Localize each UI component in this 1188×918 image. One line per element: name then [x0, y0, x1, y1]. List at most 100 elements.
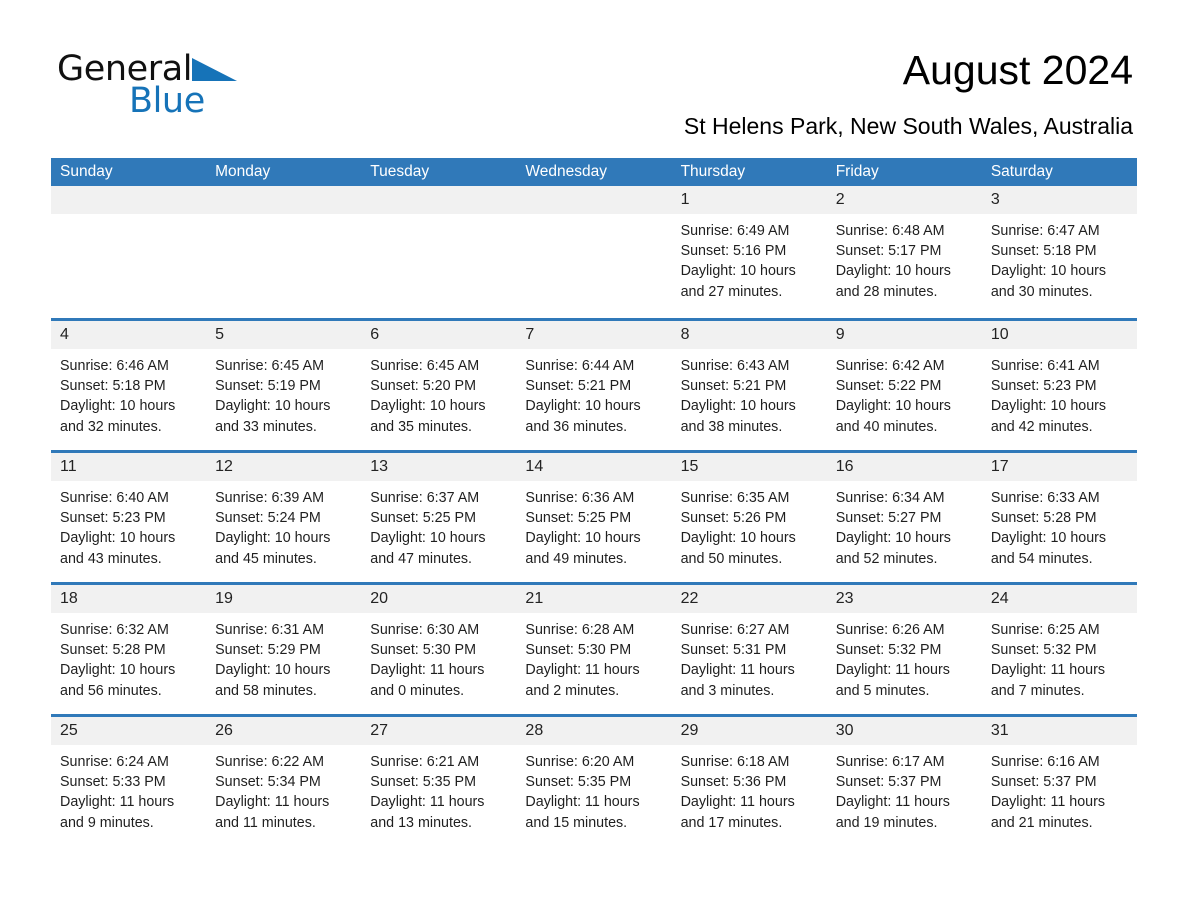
sunrise-text: Sunrise: 6:36 AM	[525, 490, 635, 506]
page-subtitle-location: St Helens Park, New South Wales, Austral…	[683, 113, 1133, 139]
day-number: 30	[826, 717, 982, 745]
calendar-day-cell[interactable]: 13 Sunrise: 6:37 AM Sunset: 5:25 PM Dayligh…	[361, 453, 517, 582]
sunrise-text: Sunrise: 6:27 AM	[680, 622, 790, 638]
calendar-day-cell[interactable]: 15 Sunrise: 6:35 AM Sunset: 5:26 PM Dayligh…	[671, 453, 827, 582]
calendar-day-cell[interactable]: 25 Sunrise: 6:24 AM Sunset: 5:33 PM Dayligh…	[51, 717, 207, 846]
daylight-text: Daylight: 11 hours and 11 minutes.	[215, 794, 330, 831]
calendar-day-cell[interactable]: 17 Sunrise: 6:33 AM Sunset: 5:28 PM Dayligh…	[981, 453, 1137, 582]
calendar-day-cell[interactable]: 11 Sunrise: 6:40 AM Sunset: 5:23 PM Dayligh…	[51, 453, 207, 582]
daylight-text: Daylight: 11 hours and 19 minutes.	[835, 794, 950, 831]
calendar-day-cell[interactable]: 24 Sunrise: 6:25 AM Sunset: 5:32 PM Dayligh…	[981, 585, 1137, 714]
sunset-text: Sunset: 5:32 PM	[990, 642, 1097, 659]
calendar-day-cell[interactable]: 23 Sunrise: 6:26 AM Sunset: 5:32 PM Dayligh…	[826, 585, 982, 714]
sunset-text: Sunset: 5:30 PM	[370, 642, 476, 659]
sunset-text: Sunset: 5:37 PM	[990, 774, 1097, 791]
sunset-text: Sunset: 5:21 PM	[680, 378, 787, 395]
daylight-text: Daylight: 10 hours and 58 minutes.	[215, 662, 331, 699]
day-details: Sunrise: 6:48 AM Sunset: 5:17 PM Daylight:…	[827, 214, 982, 302]
day-number: 7	[516, 321, 672, 349]
sunset-text: Sunset: 5:23 PM	[60, 510, 166, 527]
sunrise-text: Sunrise: 6:25 AM	[990, 622, 1100, 638]
calendar-day-cell[interactable]: 10 Sunrise: 6:41 AM Sunset: 5:23 PM Dayligh…	[981, 321, 1137, 450]
general-blue-logo[interactable]: General Blue	[57, 52, 357, 122]
weekday-friday: Friday	[835, 163, 879, 180]
day-details: Sunrise: 6:21 AM Sunset: 5:35 PM Daylight:…	[361, 745, 516, 833]
calendar-day-cell[interactable]: 21 Sunrise: 6:28 AM Sunset: 5:30 PM Dayligh…	[516, 585, 672, 714]
sunset-text: Sunset: 5:34 PM	[215, 774, 321, 791]
day-details: Sunrise: 6:47 AM Sunset: 5:18 PM Daylight:…	[982, 214, 1137, 302]
calendar-day-cell[interactable]: 30 Sunrise: 6:17 AM Sunset: 5:37 PM Dayligh…	[826, 717, 982, 846]
calendar-day-cell[interactable]: 12 Sunrise: 6:39 AM Sunset: 5:24 PM Dayligh…	[206, 453, 362, 582]
sunset-text: Sunset: 5:25 PM	[525, 510, 632, 527]
day-number: 13	[361, 453, 517, 481]
calendar-day-cell[interactable]: 18 Sunrise: 6:32 AM Sunset: 5:28 PM Dayligh…	[51, 585, 207, 714]
weekday-header-row: Sunday Monday Tuesday Wednesday Thursday…	[51, 158, 1137, 186]
day-number	[361, 186, 517, 214]
day-details: Sunrise: 6:33 AM Sunset: 5:28 PM Daylight:…	[982, 481, 1137, 569]
day-details: Sunrise: 6:30 AM Sunset: 5:30 PM Daylight:…	[361, 613, 516, 701]
daylight-text: Daylight: 11 hours and 21 minutes.	[990, 794, 1106, 831]
sunrise-text: Sunrise: 6:22 AM	[215, 754, 325, 770]
daylight-text: Daylight: 11 hours and 9 minutes.	[60, 794, 175, 831]
calendar-day-cell[interactable]: 4 Sunrise: 6:46 AM Sunset: 5:18 PM Daylight…	[51, 321, 207, 450]
calendar-day-cell[interactable]: 8 Sunrise: 6:43 AM Sunset: 5:21 PM Daylight…	[671, 321, 827, 450]
sunset-text: Sunset: 5:30 PM	[525, 642, 632, 659]
calendar-day-cell[interactable]: 22 Sunrise: 6:27 AM Sunset: 5:31 PM Dayligh…	[671, 585, 827, 714]
calendar-day-cell[interactable]: 29 Sunrise: 6:18 AM Sunset: 5:36 PM Dayligh…	[671, 717, 827, 846]
daylight-text: Daylight: 11 hours and 13 minutes.	[370, 794, 485, 831]
daylight-text: Daylight: 10 hours and 36 minutes.	[525, 398, 641, 435]
day-number: 17	[981, 453, 1137, 481]
calendar-day-cell[interactable]: 16 Sunrise: 6:34 AM Sunset: 5:27 PM Dayligh…	[826, 453, 982, 582]
sunset-text: Sunset: 5:23 PM	[990, 378, 1097, 395]
calendar-day-cell[interactable]: 5 Sunrise: 6:45 AM Sunset: 5:19 PM Daylight…	[206, 321, 362, 450]
weekday-tuesday: Tuesday	[370, 163, 430, 180]
day-number: 6	[361, 321, 517, 349]
calendar-day-cell[interactable]: 19 Sunrise: 6:31 AM Sunset: 5:29 PM Dayligh…	[206, 585, 362, 714]
day-details: Sunrise: 6:40 AM Sunset: 5:23 PM Daylight:…	[51, 481, 206, 569]
calendar-day-cell[interactable]: 9 Sunrise: 6:42 AM Sunset: 5:22 PM Daylight…	[826, 321, 982, 450]
sunrise-text: Sunrise: 6:45 AM	[215, 358, 325, 374]
day-details: Sunrise: 6:43 AM Sunset: 5:21 PM Daylight:…	[672, 349, 827, 437]
daylight-text: Daylight: 11 hours and 3 minutes.	[680, 662, 795, 699]
calendar-day-cell[interactable]: 1 Sunrise: 6:49 AM Sunset: 5:16 PM Daylight…	[671, 186, 827, 318]
daylight-text: Daylight: 11 hours and 2 minutes.	[525, 662, 640, 699]
day-details: Sunrise: 6:18 AM Sunset: 5:36 PM Daylight:…	[672, 745, 827, 833]
sunset-text: Sunset: 5:19 PM	[215, 378, 321, 395]
sunrise-text: Sunrise: 6:18 AM	[680, 754, 790, 770]
calendar-day-cell[interactable]: 7 Sunrise: 6:44 AM Sunset: 5:21 PM Daylight…	[516, 321, 672, 450]
calendar-day-cell[interactable]: 31 Sunrise: 6:16 AM Sunset: 5:37 PM Dayligh…	[981, 717, 1137, 846]
calendar-week-row: 4 Sunrise: 6:46 AM Sunset: 5:18 PM Daylight…	[51, 318, 1137, 450]
sunset-text: Sunset: 5:33 PM	[60, 774, 166, 791]
day-number: 18	[51, 585, 207, 613]
daylight-text: Daylight: 10 hours and 56 minutes.	[60, 662, 176, 699]
day-number: 10	[981, 321, 1137, 349]
calendar-day-cell[interactable]: 28 Sunrise: 6:20 AM Sunset: 5:35 PM Dayligh…	[516, 717, 672, 846]
calendar-day-cell[interactable]: 2 Sunrise: 6:48 AM Sunset: 5:17 PM Daylight…	[826, 186, 982, 318]
calendar-day-cell[interactable]: 14 Sunrise: 6:36 AM Sunset: 5:25 PM Dayligh…	[516, 453, 672, 582]
day-number: 4	[51, 321, 207, 349]
page-header: General Blue August 2024 St Helens Park,…	[0, 0, 1188, 139]
day-details: Sunrise: 6:28 AM Sunset: 5:30 PM Daylight:…	[516, 613, 671, 701]
day-number: 19	[206, 585, 362, 613]
logo-text-general: General	[57, 52, 357, 87]
page-title: August 2024	[902, 47, 1133, 93]
calendar-day-cell[interactable]: 26 Sunrise: 6:22 AM Sunset: 5:34 PM Dayligh…	[206, 717, 362, 846]
weekday-thursday: Thursday	[680, 163, 746, 180]
calendar-day-cell[interactable]: 20 Sunrise: 6:30 AM Sunset: 5:30 PM Dayligh…	[361, 585, 517, 714]
day-details: Sunrise: 6:45 AM Sunset: 5:19 PM Daylight:…	[206, 349, 361, 437]
day-number: 26	[206, 717, 362, 745]
sunrise-text: Sunrise: 6:31 AM	[215, 622, 325, 638]
sunset-text: Sunset: 5:18 PM	[60, 378, 166, 395]
day-details: Sunrise: 6:39 AM Sunset: 5:24 PM Daylight:…	[206, 481, 361, 569]
day-details: Sunrise: 6:45 AM Sunset: 5:20 PM Daylight:…	[361, 349, 516, 437]
sunset-text: Sunset: 5:26 PM	[680, 510, 787, 527]
daylight-text: Daylight: 10 hours and 45 minutes.	[215, 530, 331, 567]
day-details: Sunrise: 6:41 AM Sunset: 5:23 PM Daylight:…	[982, 349, 1137, 437]
calendar-week-row: 11 Sunrise: 6:40 AM Sunset: 5:23 PM Dayligh…	[51, 450, 1137, 582]
daylight-text: Daylight: 11 hours and 17 minutes.	[680, 794, 795, 831]
sunset-text: Sunset: 5:27 PM	[835, 510, 942, 527]
calendar-day-cell[interactable]: 3 Sunrise: 6:47 AM Sunset: 5:18 PM Daylight…	[981, 186, 1137, 318]
day-details: Sunrise: 6:25 AM Sunset: 5:32 PM Daylight:…	[982, 613, 1137, 701]
calendar-day-cell[interactable]: 6 Sunrise: 6:45 AM Sunset: 5:20 PM Daylight…	[361, 321, 517, 450]
calendar-day-cell[interactable]: 27 Sunrise: 6:21 AM Sunset: 5:35 PM Dayligh…	[361, 717, 517, 846]
